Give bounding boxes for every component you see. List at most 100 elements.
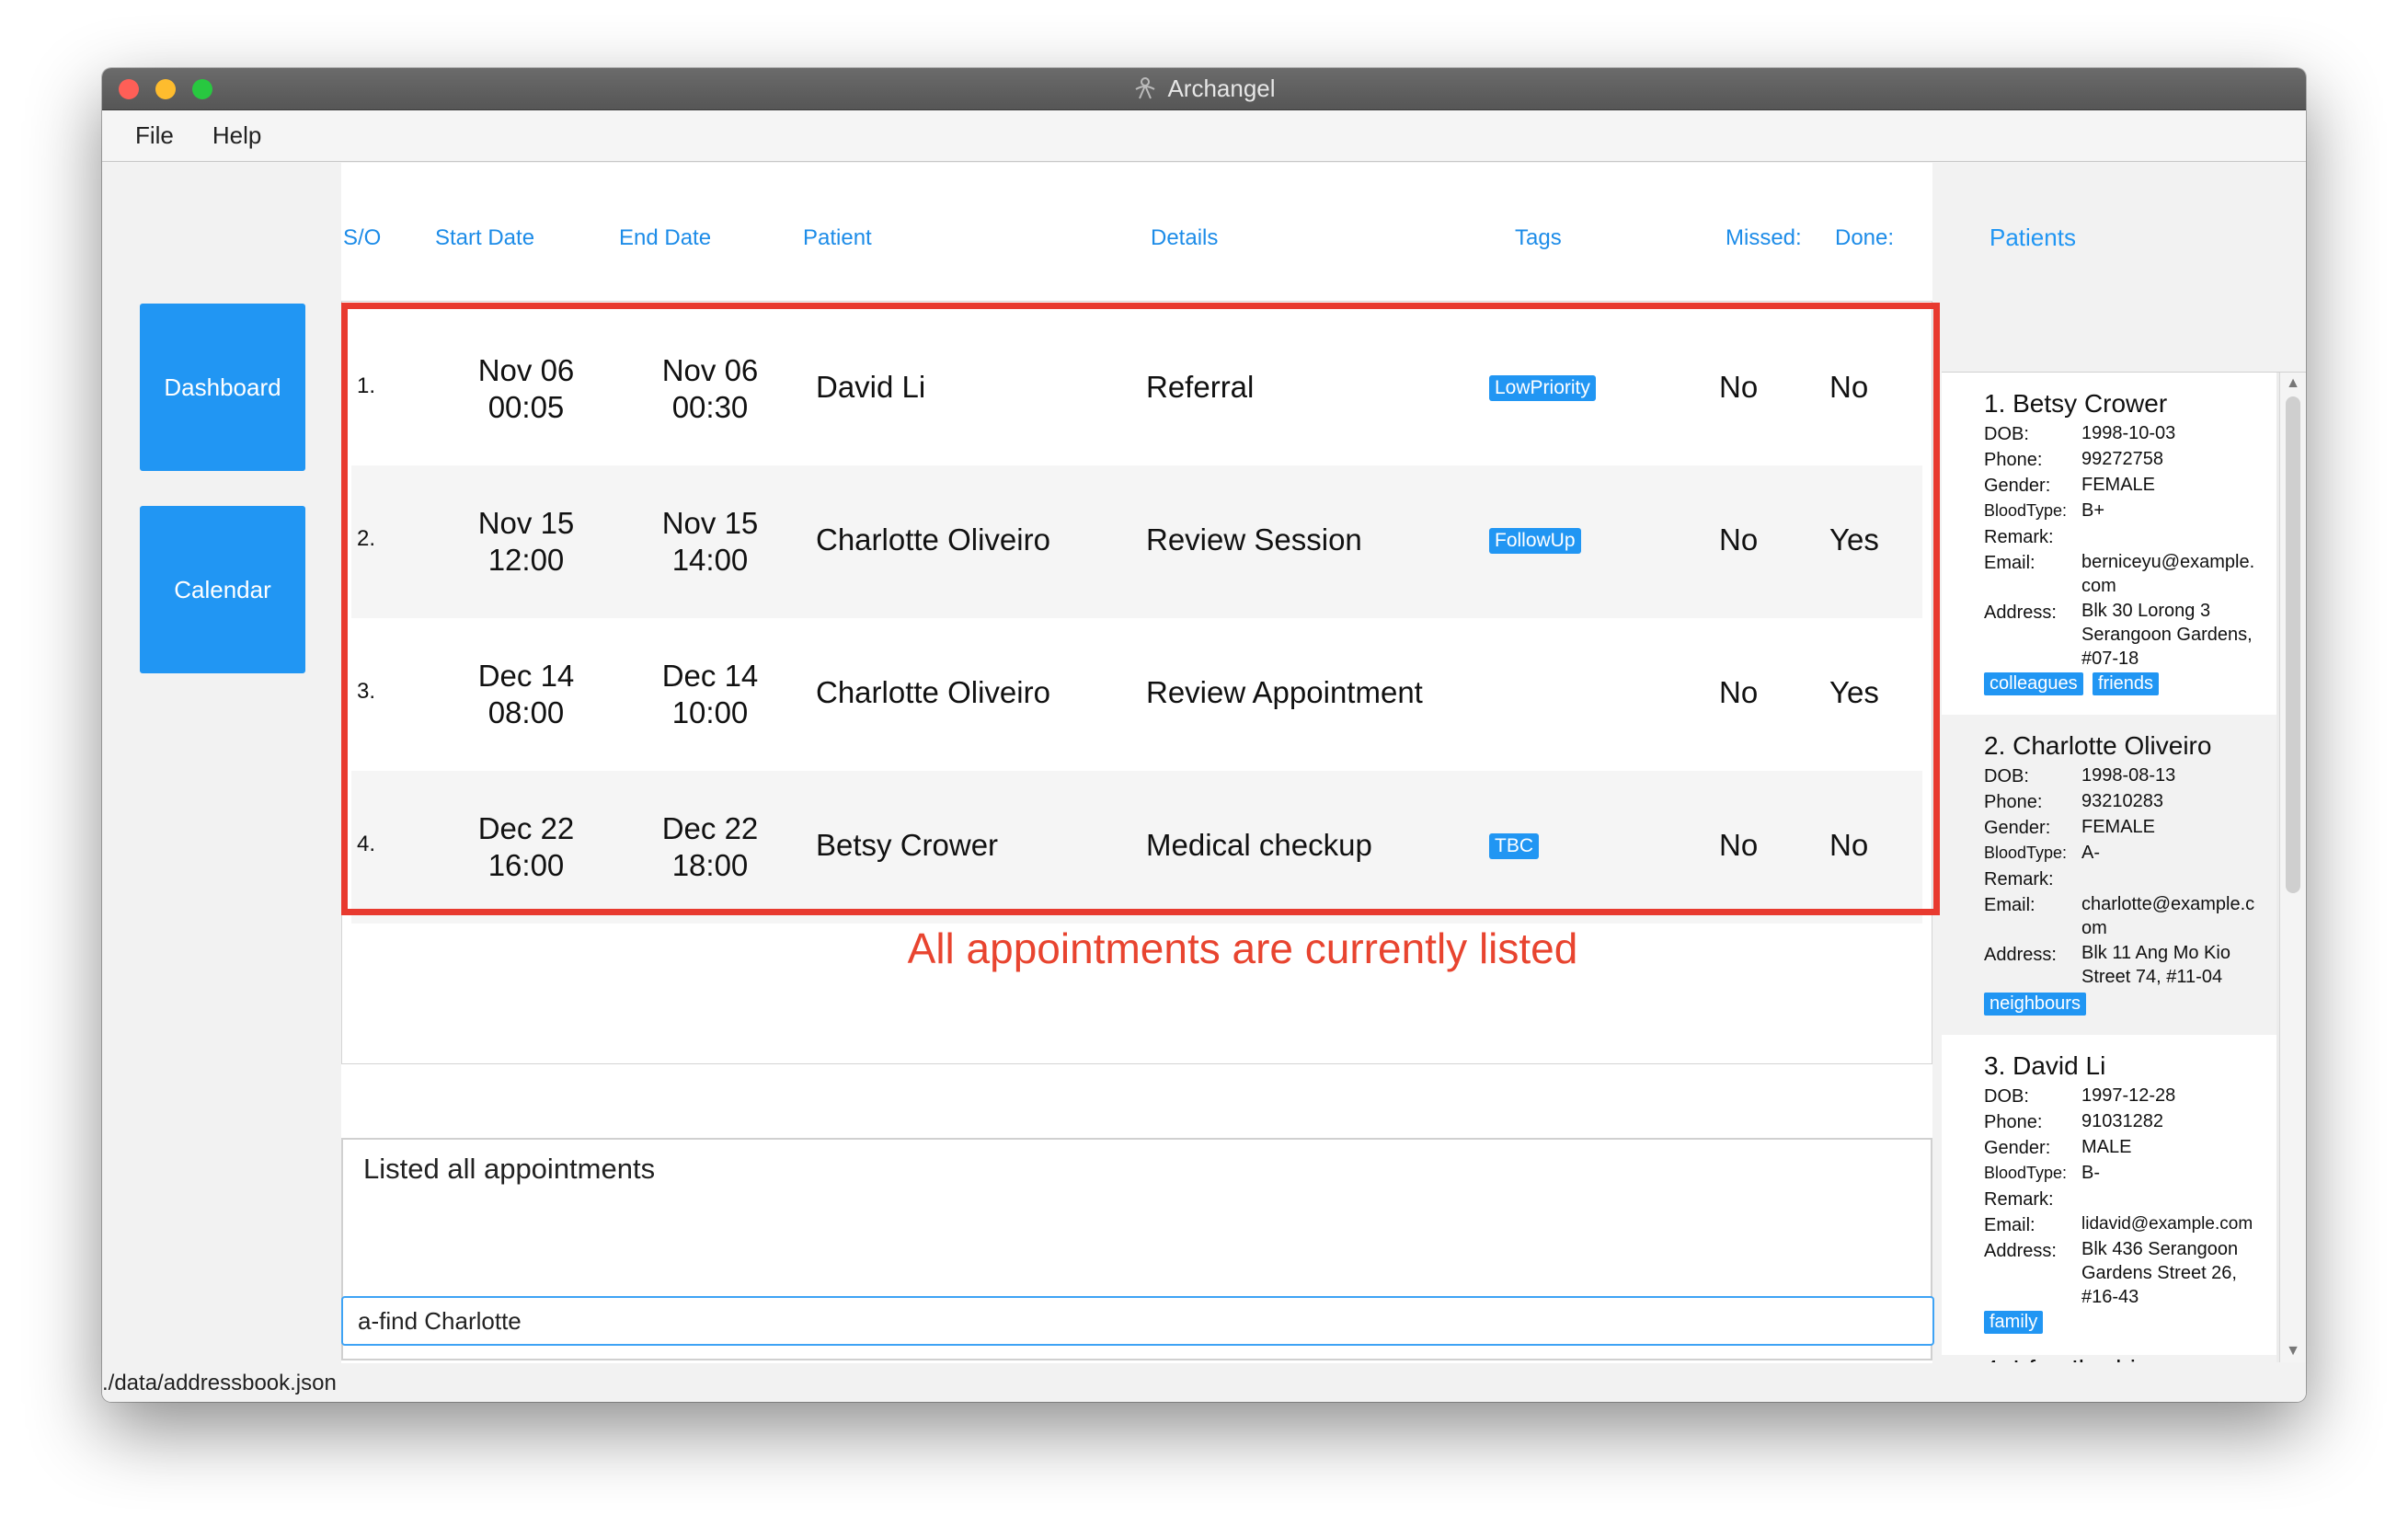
row-index: 4. — [357, 832, 376, 856]
address-line: #07-18 — [2081, 648, 2139, 669]
row-index: 3. — [357, 679, 376, 704]
patient-tag: friends — [2093, 672, 2160, 695]
dashboard-button[interactable]: Dashboard — [140, 304, 305, 471]
row-index: 1. — [357, 373, 376, 398]
patient-card[interactable]: 4. Irfan Ibrahim — [1942, 1355, 2276, 1362]
address-label: Address: — [1984, 945, 2057, 965]
phone-label: Phone: — [1984, 450, 2043, 470]
appointment-details: Review Appointment — [1146, 675, 1423, 709]
phone-value: 93210283 — [2081, 791, 2163, 811]
header-patient: Patient — [803, 225, 872, 250]
patient-card[interactable]: 1. Betsy Crower DOB: 1998-10-03 Phone: 9… — [1942, 373, 2276, 715]
email-label: Email: — [1984, 553, 2035, 573]
appointment-row[interactable]: 4. Dec 22 16:00 Dec 22 18:00 Betsy Crower … — [351, 771, 1922, 924]
done-status: No — [1829, 828, 1869, 862]
address-line: Serangoon Gardens, — [2081, 625, 2253, 645]
bloodtype-label: BloodType: — [1984, 844, 2068, 862]
address-line: #16-43 — [2081, 1287, 2139, 1307]
appointments-header: S/O Start Date End Date Patient Details … — [341, 163, 1932, 296]
gender-label: Gender: — [1984, 1138, 2051, 1158]
missed-status: No — [1719, 370, 1759, 404]
start-date: Nov 15 12:00 — [477, 506, 575, 577]
gender-value: FEMALE — [2081, 817, 2156, 837]
phone-value: 91031282 — [2081, 1111, 2163, 1131]
dob-value: 1997-12-28 — [2081, 1085, 2176, 1106]
gender-label: Gender: — [1984, 476, 2051, 496]
bloodtype-label: BloodType: — [1984, 1164, 2068, 1182]
scroll-down-icon[interactable]: ▼ — [2280, 1340, 2306, 1362]
calendar-button[interactable]: Calendar — [140, 506, 305, 673]
appointment-details: Medical checkup — [1146, 828, 1372, 862]
appointment-row[interactable]: 3. Dec 14 08:00 Dec 14 10:00 Charlotte Oli… — [351, 618, 1922, 771]
header-tags: Tags — [1515, 225, 1562, 250]
header-details: Details — [1151, 225, 1219, 250]
title-bar: Archangel — [102, 68, 2306, 110]
dob-value: 1998-10-03 — [2081, 423, 2176, 443]
scroll-up-icon[interactable]: ▲ — [2280, 373, 2306, 395]
email-value: charlotte@example.c — [2081, 894, 2255, 914]
end-date: Dec 22 18:00 — [661, 811, 759, 882]
patient-tag: colleagues — [1984, 672, 2083, 695]
app-window: Archangel File Help Dashboard Calendar S… — [102, 68, 2306, 1402]
patient-name: David Li — [816, 370, 926, 404]
patient-card-name: 1. Betsy Crower — [1984, 389, 2168, 418]
patient-list-scrollbar[interactable]: ▲ ▼ — [2279, 373, 2306, 1362]
patients-header: Patients — [1942, 163, 2306, 370]
missed-status: No — [1719, 828, 1759, 862]
email-label: Email: — [1984, 895, 2035, 915]
bloodtype-value: B+ — [2081, 500, 2105, 521]
header-end-date: End Date — [619, 225, 712, 250]
gender-value: FEMALE — [2081, 475, 2156, 495]
done-status: No — [1829, 370, 1869, 404]
address-line: Street 74, #11-04 — [2081, 967, 2223, 987]
end-date: Dec 14 10:00 — [661, 659, 759, 729]
address-line: Blk 436 Serangoon — [2081, 1239, 2239, 1259]
phone-label: Phone: — [1984, 1112, 2043, 1132]
start-date: Nov 06 00:05 — [477, 353, 575, 424]
email-value-cont: com — [2081, 576, 2116, 596]
header-missed: Missed: — [1726, 225, 1802, 250]
end-date: Nov 15 14:00 — [661, 506, 759, 577]
result-text: Listed all appointments — [363, 1153, 656, 1185]
scrollbar-thumb[interactable] — [2286, 396, 2300, 893]
email-value: lidavid@example.com — [2081, 1214, 2253, 1234]
appointment-tag: TBC — [1489, 833, 1539, 859]
patient-list[interactable]: 1. Betsy Crower DOB: 1998-10-03 Phone: 9… — [1942, 372, 2306, 1362]
window-title: Archangel — [1167, 75, 1276, 102]
bloodtype-label: BloodType: — [1984, 501, 2068, 520]
appointment-row[interactable]: 2. Nov 15 12:00 Nov 15 14:00 Charlotte Oli… — [351, 465, 1922, 618]
address-line: Blk 11 Ang Mo Kio — [2081, 943, 2230, 963]
start-date: Dec 22 16:00 — [477, 811, 575, 882]
done-status: Yes — [1829, 675, 1879, 709]
patient-card-name: 2. Charlotte Oliveiro — [1984, 731, 2212, 760]
address-label: Address: — [1984, 1241, 2057, 1261]
patient-card-name: 3. David Li — [1984, 1051, 2106, 1080]
status-bar: ./data/addressbook.json — [102, 1363, 2306, 1402]
email-value: berniceyu@example. — [2081, 552, 2255, 572]
header-so: S/O — [343, 225, 382, 250]
done-status: Yes — [1829, 522, 1879, 557]
appointment-row[interactable]: 1. Nov 06 00:05 Nov 06 00:30 David Li Refe… — [351, 313, 1922, 465]
email-label: Email: — [1984, 1215, 2035, 1235]
dob-label: DOB: — [1984, 424, 2029, 444]
patient-card[interactable]: 2. Charlotte Oliveiro DOB: 1998-08-13 Ph… — [1942, 715, 2276, 1035]
appointment-details: Review Session — [1146, 522, 1362, 557]
bloodtype-value: A- — [2081, 843, 2100, 863]
command-input[interactable] — [341, 1296, 1934, 1346]
save-location: ./data/addressbook.json — [102, 1371, 337, 1395]
end-date: Nov 06 00:30 — [661, 353, 759, 424]
patient-name: Charlotte Oliveiro — [816, 675, 1050, 709]
menu-bar: File Help — [102, 110, 2306, 162]
appointments-panel: S/O Start Date End Date Patient Details … — [341, 163, 1932, 1363]
patient-name: Betsy Crower — [816, 828, 999, 862]
gender-label: Gender: — [1984, 818, 2051, 838]
patient-tag: family — [1984, 1311, 2044, 1334]
header-start-date: Start Date — [435, 225, 535, 250]
phone-label: Phone: — [1984, 792, 2043, 812]
row-index: 2. — [357, 526, 376, 551]
menu-help[interactable]: Help — [212, 121, 261, 150]
appointment-tag: LowPriority — [1489, 375, 1596, 401]
menu-file[interactable]: File — [135, 121, 174, 150]
patient-card[interactable]: 3. David Li DOB: 1997-12-28 Phone: 91031… — [1942, 1035, 2276, 1355]
patient-name: Charlotte Oliveiro — [816, 522, 1050, 557]
